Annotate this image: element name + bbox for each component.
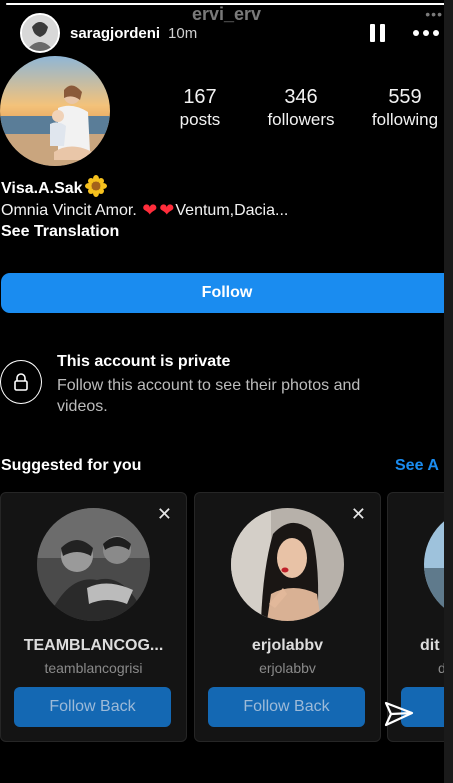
see-all-link[interactable]: See A: [395, 457, 439, 475]
follow-back-button[interactable]: Follow Back: [14, 687, 171, 727]
story-timestamp: 10m: [168, 24, 198, 42]
suggested-card[interactable]: ✕ TEAMBLANCOG... teamblancogrisi Follow …: [0, 492, 187, 742]
bio-name: Visa.A.Sak: [1, 175, 107, 202]
profile-stats: 167 posts 346 followers 559 following: [160, 86, 450, 130]
suggested-avatar[interactable]: [231, 508, 344, 621]
bio-text-start: Omnia Vincit Amor.: [1, 201, 142, 219]
scrollbar-edge: [444, 0, 453, 783]
story-username[interactable]: saragjordeni: [70, 25, 160, 42]
stat-count: 167: [183, 86, 217, 108]
follow-button[interactable]: Follow: [1, 273, 453, 313]
lock-icon: [0, 360, 42, 404]
more-options-icon[interactable]: [413, 30, 439, 36]
heart-icon: ❤: [159, 200, 175, 220]
stat-label: followers: [267, 110, 335, 129]
stat-following[interactable]: 559 following: [362, 86, 448, 130]
close-icon[interactable]: ✕: [157, 505, 172, 523]
suggested-title: Suggested for you: [1, 457, 142, 474]
see-translation-link[interactable]: See Translation: [1, 223, 119, 241]
stat-label: following: [371, 110, 439, 129]
send-icon[interactable]: [383, 700, 415, 728]
bio-text: Omnia Vincit Amor. ❤ ❤ Ventum,Dacia...: [1, 200, 288, 221]
suggested-handle: erjolabbv: [259, 660, 316, 676]
story-avatar[interactable]: [20, 13, 60, 53]
stat-followers[interactable]: 346 followers: [240, 86, 362, 130]
stat-posts[interactable]: 167 posts: [160, 86, 240, 130]
suggested-avatar[interactable]: [37, 508, 150, 621]
sunflower-icon: [84, 175, 107, 202]
follow-back-button[interactable]: Follow Back: [208, 687, 365, 727]
heart-icon: ❤: [142, 200, 158, 220]
profile-avatar[interactable]: [0, 56, 110, 166]
private-account-title: This account is private: [57, 353, 231, 370]
bio-text-end: Ventum,Dacia...: [175, 201, 289, 219]
private-account-description: Follow this account to see their photos …: [57, 377, 361, 415]
stat-count: 559: [388, 86, 422, 108]
stat-label: posts: [179, 110, 221, 129]
suggested-name: TEAMBLANCOG...: [23, 637, 164, 654]
pause-icon[interactable]: [370, 24, 385, 42]
suggested-name: erjolabbv: [251, 637, 324, 654]
suggested-handle: teamblancogrisi: [44, 660, 143, 676]
suggested-card[interactable]: ✕ erjolabbv erjolabbv Follow Back: [194, 492, 381, 742]
stat-count: 346: [284, 86, 318, 108]
bio-name-text: Visa.A.Sak: [1, 179, 83, 197]
story-header: saragjordeni 10m: [20, 13, 439, 53]
close-icon[interactable]: ✕: [351, 505, 366, 523]
